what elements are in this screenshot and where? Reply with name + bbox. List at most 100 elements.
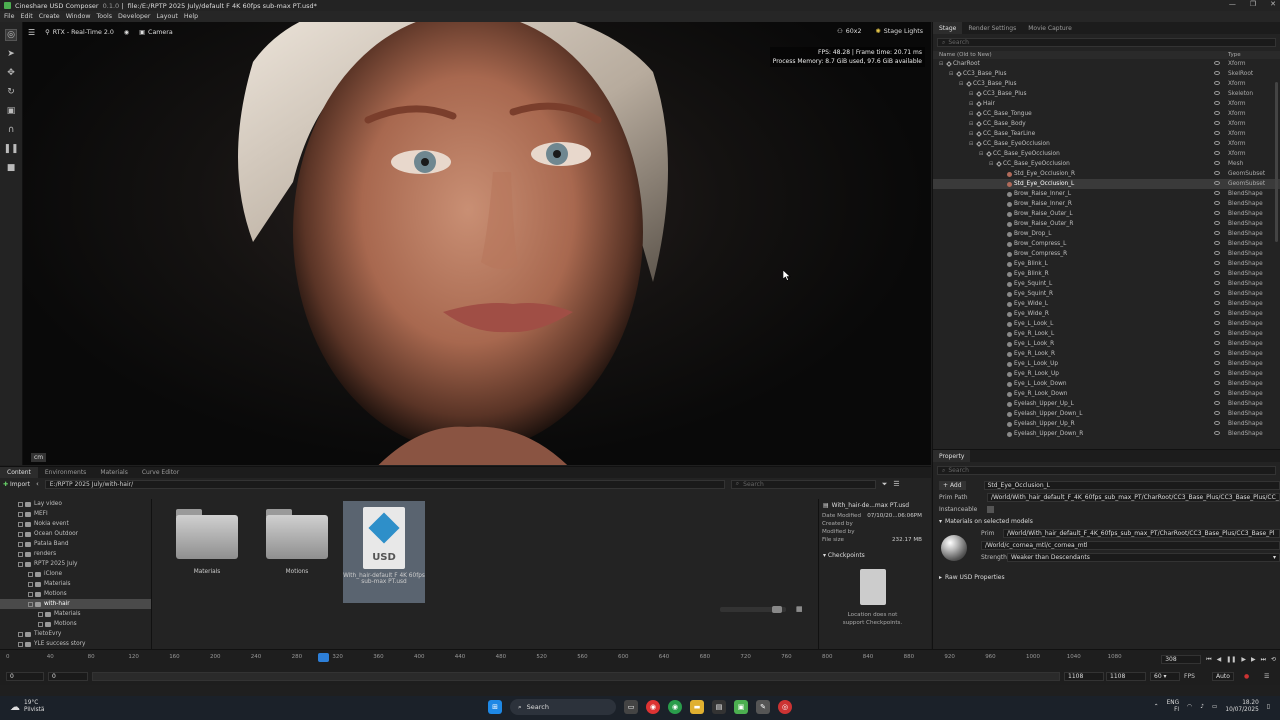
expander-icon[interactable]: ⊟ [949,71,955,77]
visibility-eye-icon[interactable] [1214,101,1220,105]
folder-tree-item[interactable]: Materials [0,579,151,589]
square-tool-icon[interactable]: ■ [5,162,17,174]
prim-path-field[interactable]: /World/With_hair_default_F_4K_60fps_sub_… [987,492,1280,502]
record-icon[interactable]: ● [1244,673,1249,680]
step-forward-icon[interactable]: ▶ [1251,656,1256,663]
visibility-eye-icon[interactable] [1214,291,1220,295]
stage-tree-row[interactable]: ⊟ CC_Base_TearLine Xform [933,129,1280,139]
visibility-eye-icon[interactable] [1214,191,1220,195]
stage-tree-row[interactable]: Brow_Raise_Inner_L BlendShape [933,189,1280,199]
renderer-button[interactable]: ⚲ RTX - Real-Time 2.0 [41,27,118,38]
import-button[interactable]: ✚ Import [3,481,30,488]
play-icon[interactable]: ▶ [1241,656,1246,663]
tab-render-settings[interactable]: Render Settings [962,22,1022,34]
loop-icon[interactable]: ⟲ [1271,656,1276,663]
close-icon[interactable]: ✕ [1270,0,1276,8]
mode-select[interactable]: Auto [1212,671,1234,681]
tools-app-icon[interactable]: ✎ [756,700,770,714]
stage-tree-row[interactable]: Std_Eye_Occlusion_R GeomSubset [933,169,1280,179]
grid-view-icon[interactable]: ▦ [796,605,803,613]
menu-layout[interactable]: Layout [156,13,177,20]
file-explorer-icon[interactable]: ▭ [624,700,638,714]
raw-usd-section-header[interactable]: ▸ Raw USD Properties [933,571,1280,583]
asset-usd-file[interactable]: USD With_hair-default F 4K 60fps sub-max… [343,501,425,603]
visibility-eye-icon[interactable] [1214,391,1220,395]
visibility-eye-icon[interactable] [1214,181,1220,185]
end-frame-b[interactable]: 1108 [1106,671,1146,681]
visibility-eye-icon[interactable] [1214,311,1220,315]
chrome-icon[interactable]: ◉ [646,700,660,714]
stage-tree-row[interactable]: Brow_Drop_L BlendShape [933,229,1280,239]
visibility-eye-icon[interactable] [1214,61,1220,65]
step-back-icon[interactable]: ◀ [1217,656,1222,663]
col-type-header[interactable]: Type [1228,52,1241,58]
select-tool-icon[interactable]: ◎ [5,29,17,41]
visibility-eye-icon[interactable] [1214,91,1220,95]
materials-section-header[interactable]: ▾ Materials on selected models [933,515,1280,527]
visibility-eye-icon[interactable] [1214,361,1220,365]
content-search-input[interactable]: ⌕ Search [730,479,876,489]
expand-icon[interactable] [18,541,23,547]
stage-tree-row[interactable]: ⊟ CC_Base_Tongue Xform [933,109,1280,119]
restore-icon[interactable]: ❐ [1250,0,1256,8]
pause-tool-icon[interactable]: ❚❚ [3,143,18,155]
visibility-eye-icon[interactable] [1214,271,1220,275]
expander-icon[interactable]: ⊟ [969,91,975,97]
visibility-eye-icon[interactable] [1214,231,1220,235]
rotate-tool-icon[interactable]: ↻ [5,86,17,98]
tab-environments[interactable]: Environments [38,467,93,478]
tab-materials[interactable]: Materials [93,467,135,478]
folder-tree-item[interactable]: MEFI [0,509,151,519]
stage-tree-row[interactable]: Eye_R_Look_L BlendShape [933,329,1280,339]
hamburger-icon[interactable]: ☰ [28,28,35,37]
expander-icon[interactable]: ⊟ [939,61,945,67]
visibility-eye-icon[interactable] [1214,341,1220,345]
expand-icon[interactable] [28,571,33,577]
visibility-eye-icon[interactable] [1214,151,1220,155]
visibility-eye-icon[interactable] [1214,251,1220,255]
notification-icon[interactable]: ▯ [1267,704,1270,710]
minimize-icon[interactable]: — [1229,0,1236,8]
usd-composer-icon[interactable]: ▣ [734,700,748,714]
expand-icon[interactable] [28,601,33,607]
back-arrow-icon[interactable]: ‹ [36,480,39,488]
expander-icon[interactable]: ⊟ [959,81,965,87]
visibility-eye-icon[interactable] [1214,351,1220,355]
visibility-eye-icon[interactable] [1214,411,1220,415]
visibility-eye-icon[interactable] [1214,371,1220,375]
visibility-eye-icon[interactable] [1214,221,1220,225]
pointer-tool-icon[interactable]: ➤ [5,48,17,60]
expand-icon[interactable] [18,521,23,527]
skip-end-icon[interactable]: ⏭ [1261,656,1266,664]
stage-tree-row[interactable]: Eye_L_Look_L BlendShape [933,319,1280,329]
zoom-slider-handle[interactable] [772,606,782,613]
start-frame-a[interactable]: 0 [6,671,44,681]
expand-icon[interactable] [18,511,23,517]
menu-edit[interactable]: Edit [21,13,33,20]
scale-tool-icon[interactable]: ▣ [5,105,17,117]
visibility-eye-icon[interactable] [1214,241,1220,245]
expander-icon[interactable]: ⊟ [969,141,975,147]
visibility-eye-icon[interactable] [1214,161,1220,165]
zoom-slider[interactable] [720,606,786,613]
expand-icon[interactable] [18,531,23,537]
folder-tree-item[interactable]: RPTP 2025 July [0,559,151,569]
visibility-eye-icon[interactable] [1214,111,1220,115]
visibility-eye-icon[interactable] [1214,261,1220,265]
wifi-icon[interactable]: ◠ [1187,704,1192,710]
visibility-eye-icon[interactable] [1214,171,1220,175]
expander-icon[interactable]: ⊟ [979,151,985,157]
visibility-eye-icon[interactable] [1214,141,1220,145]
stage-tree-row[interactable]: ⊟ CharRoot Xform [933,59,1280,69]
stage-tree-row[interactable]: ⊟ CC3_Base_Plus Xform [933,79,1280,89]
expand-icon[interactable] [18,561,23,567]
folder-tree-item[interactable]: with-hair [0,599,151,609]
range-slider[interactable] [92,671,1060,681]
folder-tree-item[interactable]: TietoEvry [0,629,151,639]
visibility-eye-icon[interactable] [1214,321,1220,325]
property-search-input[interactable]: ⌕ Search [937,466,1276,475]
stage-tree-row[interactable]: Eye_L_Look_Down BlendShape [933,379,1280,389]
stage-tree-row[interactable]: Eye_Blink_L BlendShape [933,259,1280,269]
unit-badge[interactable]: cm [31,453,47,462]
fps-select[interactable]: 60 ▾ [1150,671,1180,681]
